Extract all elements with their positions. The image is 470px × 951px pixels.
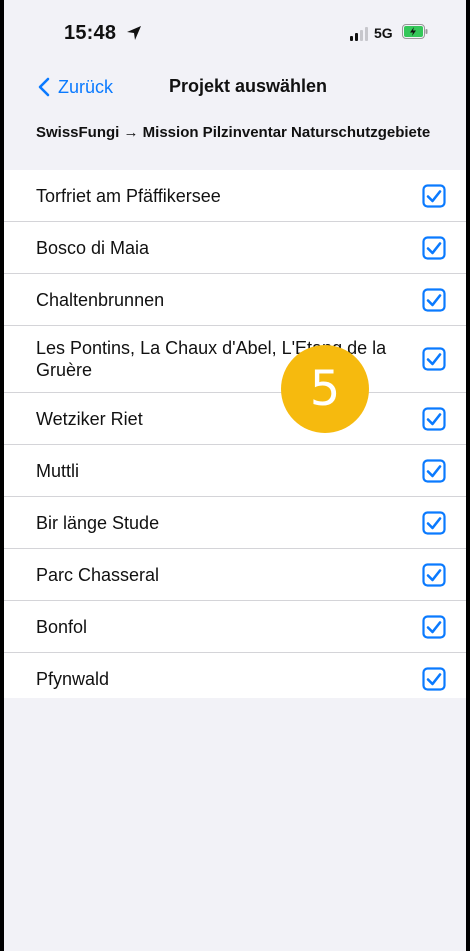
location-arrow-icon xyxy=(126,26,141,40)
checkbox-checked-icon[interactable] xyxy=(422,562,446,587)
checkbox-checked-icon[interactable] xyxy=(422,614,446,639)
phone-screen: 15:48 5G Zurück Projekt auswählen SwissF… xyxy=(0,0,470,951)
network-type: 5G xyxy=(374,25,393,41)
list-item[interactable]: Bosco di Maia xyxy=(4,222,466,274)
project-label: Parc Chasseral xyxy=(36,564,160,585)
project-label: Chaltenbrunnen xyxy=(36,289,165,310)
battery-charging-icon xyxy=(402,24,428,39)
checkbox-checked-icon[interactable] xyxy=(422,510,446,535)
back-button[interactable]: Zurück xyxy=(38,72,113,102)
status-bar: 15:48 5G xyxy=(4,0,466,60)
chevron-left-icon xyxy=(38,77,50,97)
status-time: 15:48 xyxy=(64,22,142,45)
checkbox-checked-icon[interactable] xyxy=(422,347,446,371)
checkbox-checked-icon[interactable] xyxy=(422,183,446,208)
checkbox-checked-icon[interactable] xyxy=(422,406,446,431)
list-item[interactable]: Les Pontins, La Chaux d'Abel, L'Etang de… xyxy=(4,326,466,393)
checkbox-checked-icon[interactable] xyxy=(422,287,446,312)
section-header: SwissFungi → Mission Pilzinventar Naturs… xyxy=(4,116,466,171)
project-label: Pfynwald xyxy=(36,668,110,689)
navigation-bar: Zurück Projekt auswählen xyxy=(4,60,466,116)
section-header-text: SwissFungi → Mission Pilzinventar Naturs… xyxy=(36,124,431,141)
empty-area xyxy=(4,698,466,951)
checkbox-checked-icon[interactable] xyxy=(422,235,446,260)
project-label: Muttli xyxy=(36,460,80,481)
project-list: Torfriet am Pfäffikersee Bosco di Maia C… xyxy=(4,170,466,705)
list-item[interactable]: Parc Chasseral xyxy=(4,549,466,601)
project-label: Bonfol xyxy=(36,616,88,637)
project-label: Bosco di Maia xyxy=(36,237,150,258)
page-title: Projekt auswählen xyxy=(169,76,328,96)
list-item[interactable]: Bir länge Stude xyxy=(4,497,466,549)
list-item[interactable]: Muttli xyxy=(4,445,466,497)
list-item[interactable]: Chaltenbrunnen xyxy=(4,274,466,326)
back-label: Zurück xyxy=(58,76,114,97)
time-text: 15:48 xyxy=(64,22,117,44)
signal-icon xyxy=(350,27,368,41)
checkbox-checked-icon[interactable] xyxy=(422,458,446,483)
project-label: Torfriet am Pfäffikersee xyxy=(36,185,221,206)
list-item[interactable]: Torfriet am Pfäffikersee xyxy=(4,170,466,222)
step-number-badge: 5 xyxy=(281,345,369,433)
list-item[interactable]: Bonfol xyxy=(4,601,466,653)
checkbox-checked-icon[interactable] xyxy=(422,666,446,691)
project-label: Bir länge Stude xyxy=(36,512,160,533)
list-item[interactable]: Wetziker Riet xyxy=(4,393,466,445)
